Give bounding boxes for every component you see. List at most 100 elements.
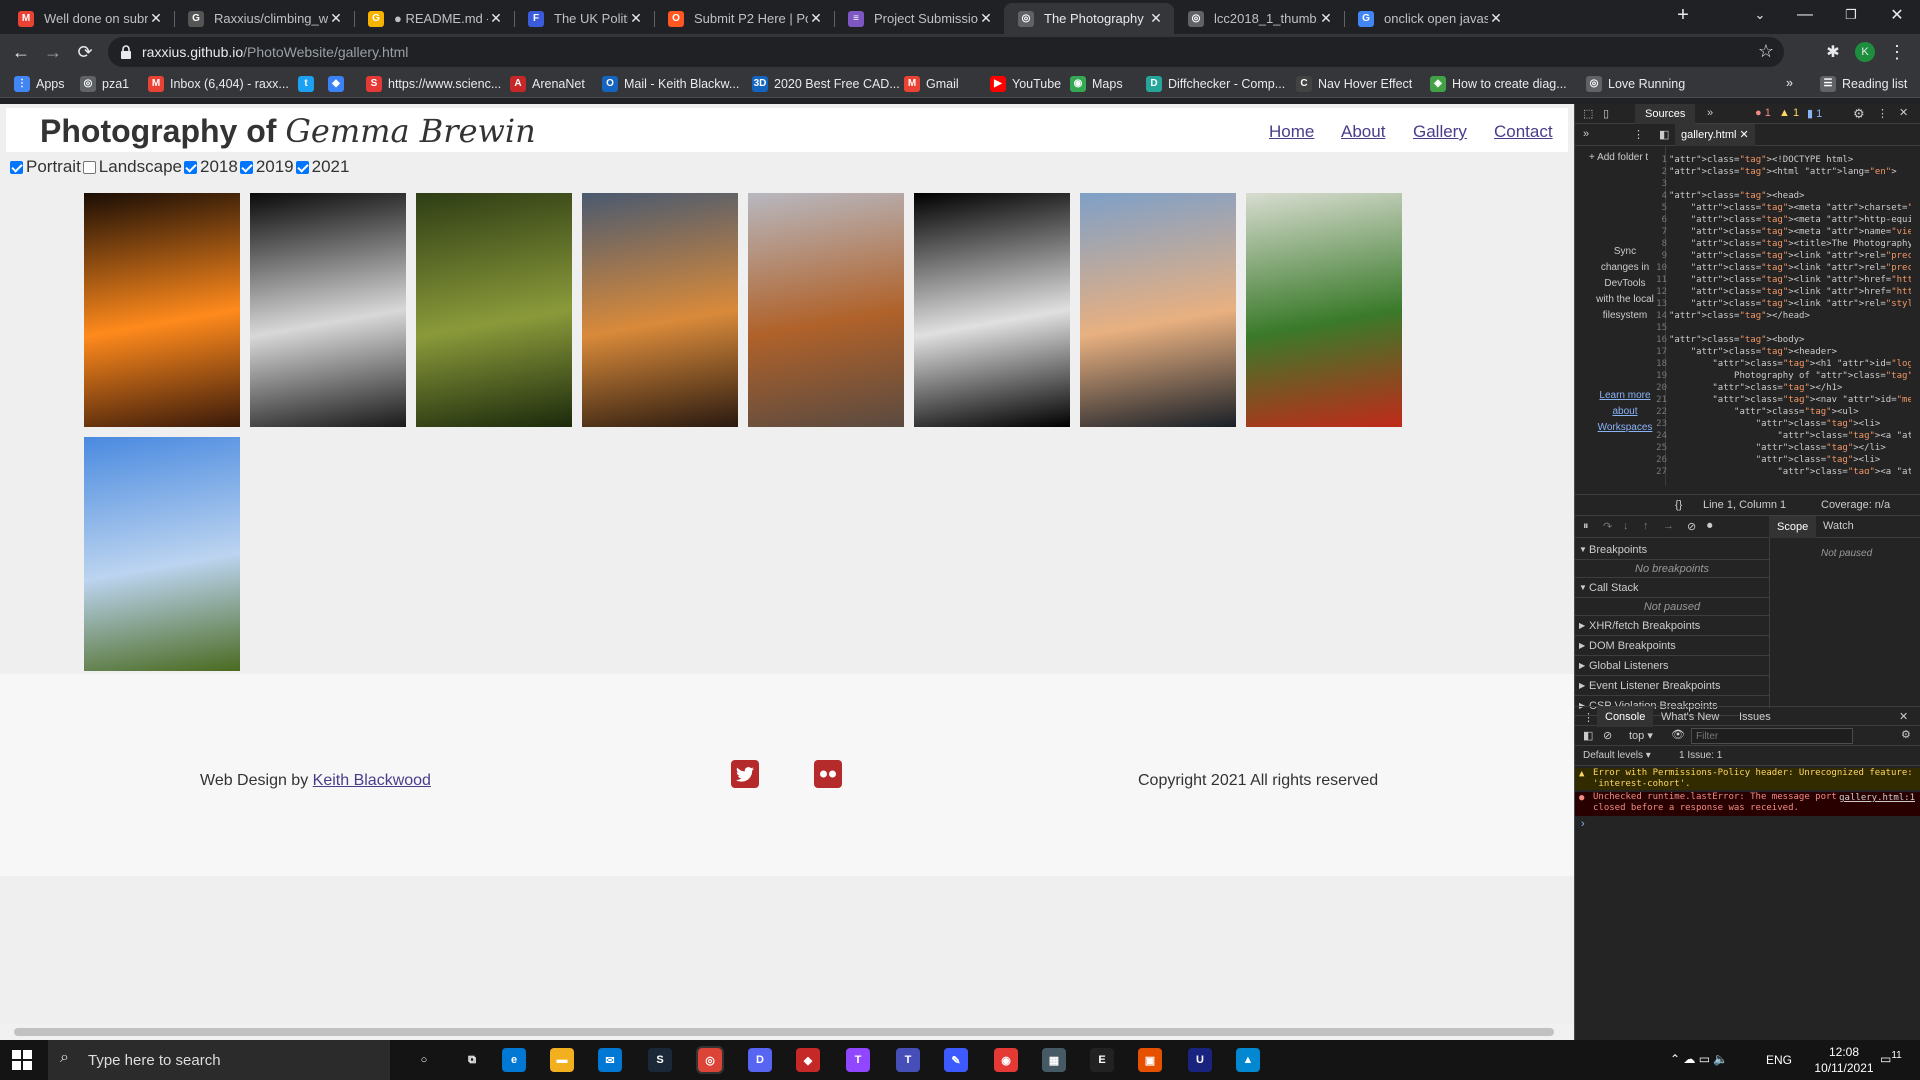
gallery-photo[interactable] <box>416 193 572 427</box>
minimize-button[interactable]: — <box>1782 0 1828 30</box>
error-source-link[interactable]: gallery.html:1 <box>1839 793 1915 804</box>
more-panels-icon[interactable]: » <box>1707 107 1713 119</box>
warning-count-badge[interactable]: ▲ 1 <box>1779 107 1799 119</box>
bookmark-item[interactable]: A ArenaNet <box>510 76 585 92</box>
info-count-badge[interactable]: ▮ 1 <box>1807 107 1822 120</box>
inspect-icon[interactable]: ⬚ <box>1583 107 1593 120</box>
teams-icon[interactable]: T <box>896 1048 920 1072</box>
tab-close-icon[interactable]: ✕ <box>148 10 164 27</box>
browser-tab[interactable]: ◎ The Photography of G✕ <box>1004 3 1174 34</box>
bookmark-item[interactable]: C Nav Hover Effect <box>1296 76 1412 92</box>
chrome-icon[interactable]: ◎ <box>696 1046 724 1074</box>
debugger-section-header[interactable]: ▼ Call Stack <box>1575 578 1769 598</box>
console-prompt[interactable]: › <box>1581 818 1585 830</box>
gallery-photo[interactable] <box>748 193 904 427</box>
tab-close-icon[interactable]: ✕ <box>1148 10 1164 27</box>
new-tab-button[interactable]: + <box>1660 0 1706 30</box>
issues-count-button[interactable]: 1 Issue: 1 <box>1679 750 1722 761</box>
lock-icon[interactable] <box>120 45 132 59</box>
tab-sources[interactable]: Sources <box>1635 104 1696 124</box>
address-bar[interactable]: raxxius.github.io/PhotoWebsite/gallery.h… <box>108 37 1784 67</box>
flickr-icon[interactable] <box>814 760 842 788</box>
filter-checkbox-2021[interactable] <box>295 160 309 174</box>
bookmark-item[interactable]: ◆ <box>328 76 350 92</box>
gallery-photo[interactable] <box>1246 193 1402 427</box>
levels-dropdown[interactable]: Default levels ▾ <box>1583 750 1651 761</box>
console-settings-icon[interactable]: ⚙ <box>1901 728 1911 741</box>
filter-checkbox-2018[interactable] <box>183 160 197 174</box>
bookmark-item[interactable]: ▶ YouTube <box>990 76 1061 92</box>
bookmark-item[interactable]: ◉ Maps <box>1070 76 1123 92</box>
browser-tab[interactable]: ≡ Project Submission Fo✕ <box>834 3 1004 34</box>
file-tab-gallery[interactable]: gallery.html ✕ <box>1675 124 1755 146</box>
error-count-badge[interactable]: ● 1 <box>1755 107 1771 119</box>
step-icon[interactable]: → <box>1663 520 1674 532</box>
browser-tab[interactable]: Gonclick open javascrip✕ <box>1344 3 1514 34</box>
debugger-section-header[interactable]: ▶ DOM Breakpoints <box>1575 636 1769 656</box>
app-badge-icon[interactable]: ◉ <box>994 1048 1018 1072</box>
scrollbar-thumb[interactable] <box>14 1028 1554 1036</box>
bookmark-item[interactable]: M Inbox (6,404) - raxx... <box>148 76 289 92</box>
menu-kebab-icon[interactable]: ⋮ <box>1884 39 1910 65</box>
pause-on-exceptions-icon[interactable]: ⏺ <box>1707 520 1713 533</box>
browser-tab[interactable]: ◎ lcc2018_1_thumb.jpg✕ <box>1174 3 1344 34</box>
tab-close-icon[interactable]: ✕ <box>328 10 344 27</box>
filter-checkbox-portrait[interactable] <box>10 160 23 174</box>
live-expression-icon[interactable]: 👁 <box>1671 728 1685 741</box>
toggle-navigator-icon[interactable]: ◧ <box>1659 128 1669 141</box>
tab-close-icon[interactable]: ✕ <box>1488 10 1504 27</box>
bookmark-item[interactable]: D Diffchecker - Comp... <box>1146 76 1285 92</box>
bookmark-item[interactable]: ◎ Love Running <box>1586 76 1685 92</box>
back-icon[interactable]: ← <box>8 39 34 65</box>
tab-close-icon[interactable]: ✕ <box>808 10 824 27</box>
pause-icon[interactable]: ⏸ <box>1583 520 1589 533</box>
drawer-menu-icon[interactable]: ⋮ <box>1583 711 1594 724</box>
browser-tab[interactable]: F The UK Politics Thread✕ <box>514 3 654 34</box>
tab-scope[interactable]: Scope <box>1769 516 1817 538</box>
tab-issues[interactable]: Issues <box>1739 711 1771 723</box>
reading-list-button[interactable]: ☰ Reading list <box>1820 76 1907 92</box>
debugger-section-header[interactable]: ▶ Event Listener Breakpoints <box>1575 676 1769 696</box>
debugger-section-header[interactable]: ▼ Breakpoints <box>1575 540 1769 560</box>
bookmark-item[interactable]: t <box>298 76 320 92</box>
tab-whats-new[interactable]: What's New <box>1661 711 1719 723</box>
nav-contact[interactable]: Contact <box>1494 122 1553 142</box>
devtools-menu-icon[interactable]: ⋮ <box>1877 107 1888 120</box>
reload-icon[interactable]: ⟳ <box>72 39 98 65</box>
tray-icons[interactable]: ⌃ ☁ ▭ 🔈 <box>1670 1052 1728 1066</box>
close-window-button[interactable]: ✕ <box>1874 0 1920 30</box>
tab-close-icon[interactable]: ✕ <box>628 10 644 27</box>
pretty-print-icon[interactable]: {} <box>1675 499 1682 511</box>
bookmark-item[interactable]: ⋮ Apps <box>14 76 65 92</box>
code-editor[interactable]: "attr">class="tag"><!DOCTYPE html> "attr… <box>1669 154 1911 474</box>
bookmarks-overflow-icon[interactable]: » <box>1786 76 1793 90</box>
clear-console-icon[interactable]: ⊘ <box>1603 729 1612 742</box>
browser-tab[interactable]: G ● README.md - Photo✕ <box>354 3 514 34</box>
tab-close-icon[interactable]: ✕ <box>978 10 994 27</box>
game-icon[interactable]: ▣ <box>1138 1048 1162 1072</box>
navigator-menu-icon[interactable]: ⋮ <box>1633 128 1644 141</box>
bookmark-item[interactable]: ◎ pza1 <box>80 76 129 92</box>
bookmark-item[interactable]: Shttps://www.scienc... <box>366 76 501 92</box>
pen-icon[interactable]: ✎ <box>944 1048 968 1072</box>
edge-icon[interactable]: e <box>502 1048 526 1072</box>
twitch-icon[interactable]: T <box>846 1048 870 1072</box>
taskbar-search[interactable]: ⌕ Type here to search <box>48 1040 390 1080</box>
gallery-photo[interactable] <box>582 193 738 427</box>
browser-tab[interactable]: O Submit P2 Here | Portf✕ <box>654 3 834 34</box>
restore-button[interactable]: ❐ <box>1828 0 1874 30</box>
device-toggle-icon[interactable]: ▯ <box>1603 107 1609 120</box>
designer-link[interactable]: Keith Blackwood <box>313 772 431 789</box>
gallery-photo[interactable] <box>84 193 240 427</box>
horizontal-scrollbar[interactable] <box>0 1024 1574 1040</box>
step-out-icon[interactable]: ↑ <box>1643 520 1649 532</box>
settings-gear-icon[interactable]: ⚙ <box>1853 106 1865 122</box>
windows-start-icon[interactable] <box>12 1050 32 1070</box>
extensions-icon[interactable]: ✱ <box>1820 39 1846 65</box>
nav-gallery[interactable]: Gallery <box>1413 122 1467 142</box>
gallery-photo[interactable] <box>914 193 1070 427</box>
console-filter-input[interactable] <box>1691 728 1853 744</box>
close-devtools-icon[interactable]: ✕ <box>1899 106 1908 119</box>
notification-center-icon[interactable]: ▭11 <box>1880 1050 1902 1066</box>
calculator-icon[interactable]: ▦ <box>1042 1048 1066 1072</box>
